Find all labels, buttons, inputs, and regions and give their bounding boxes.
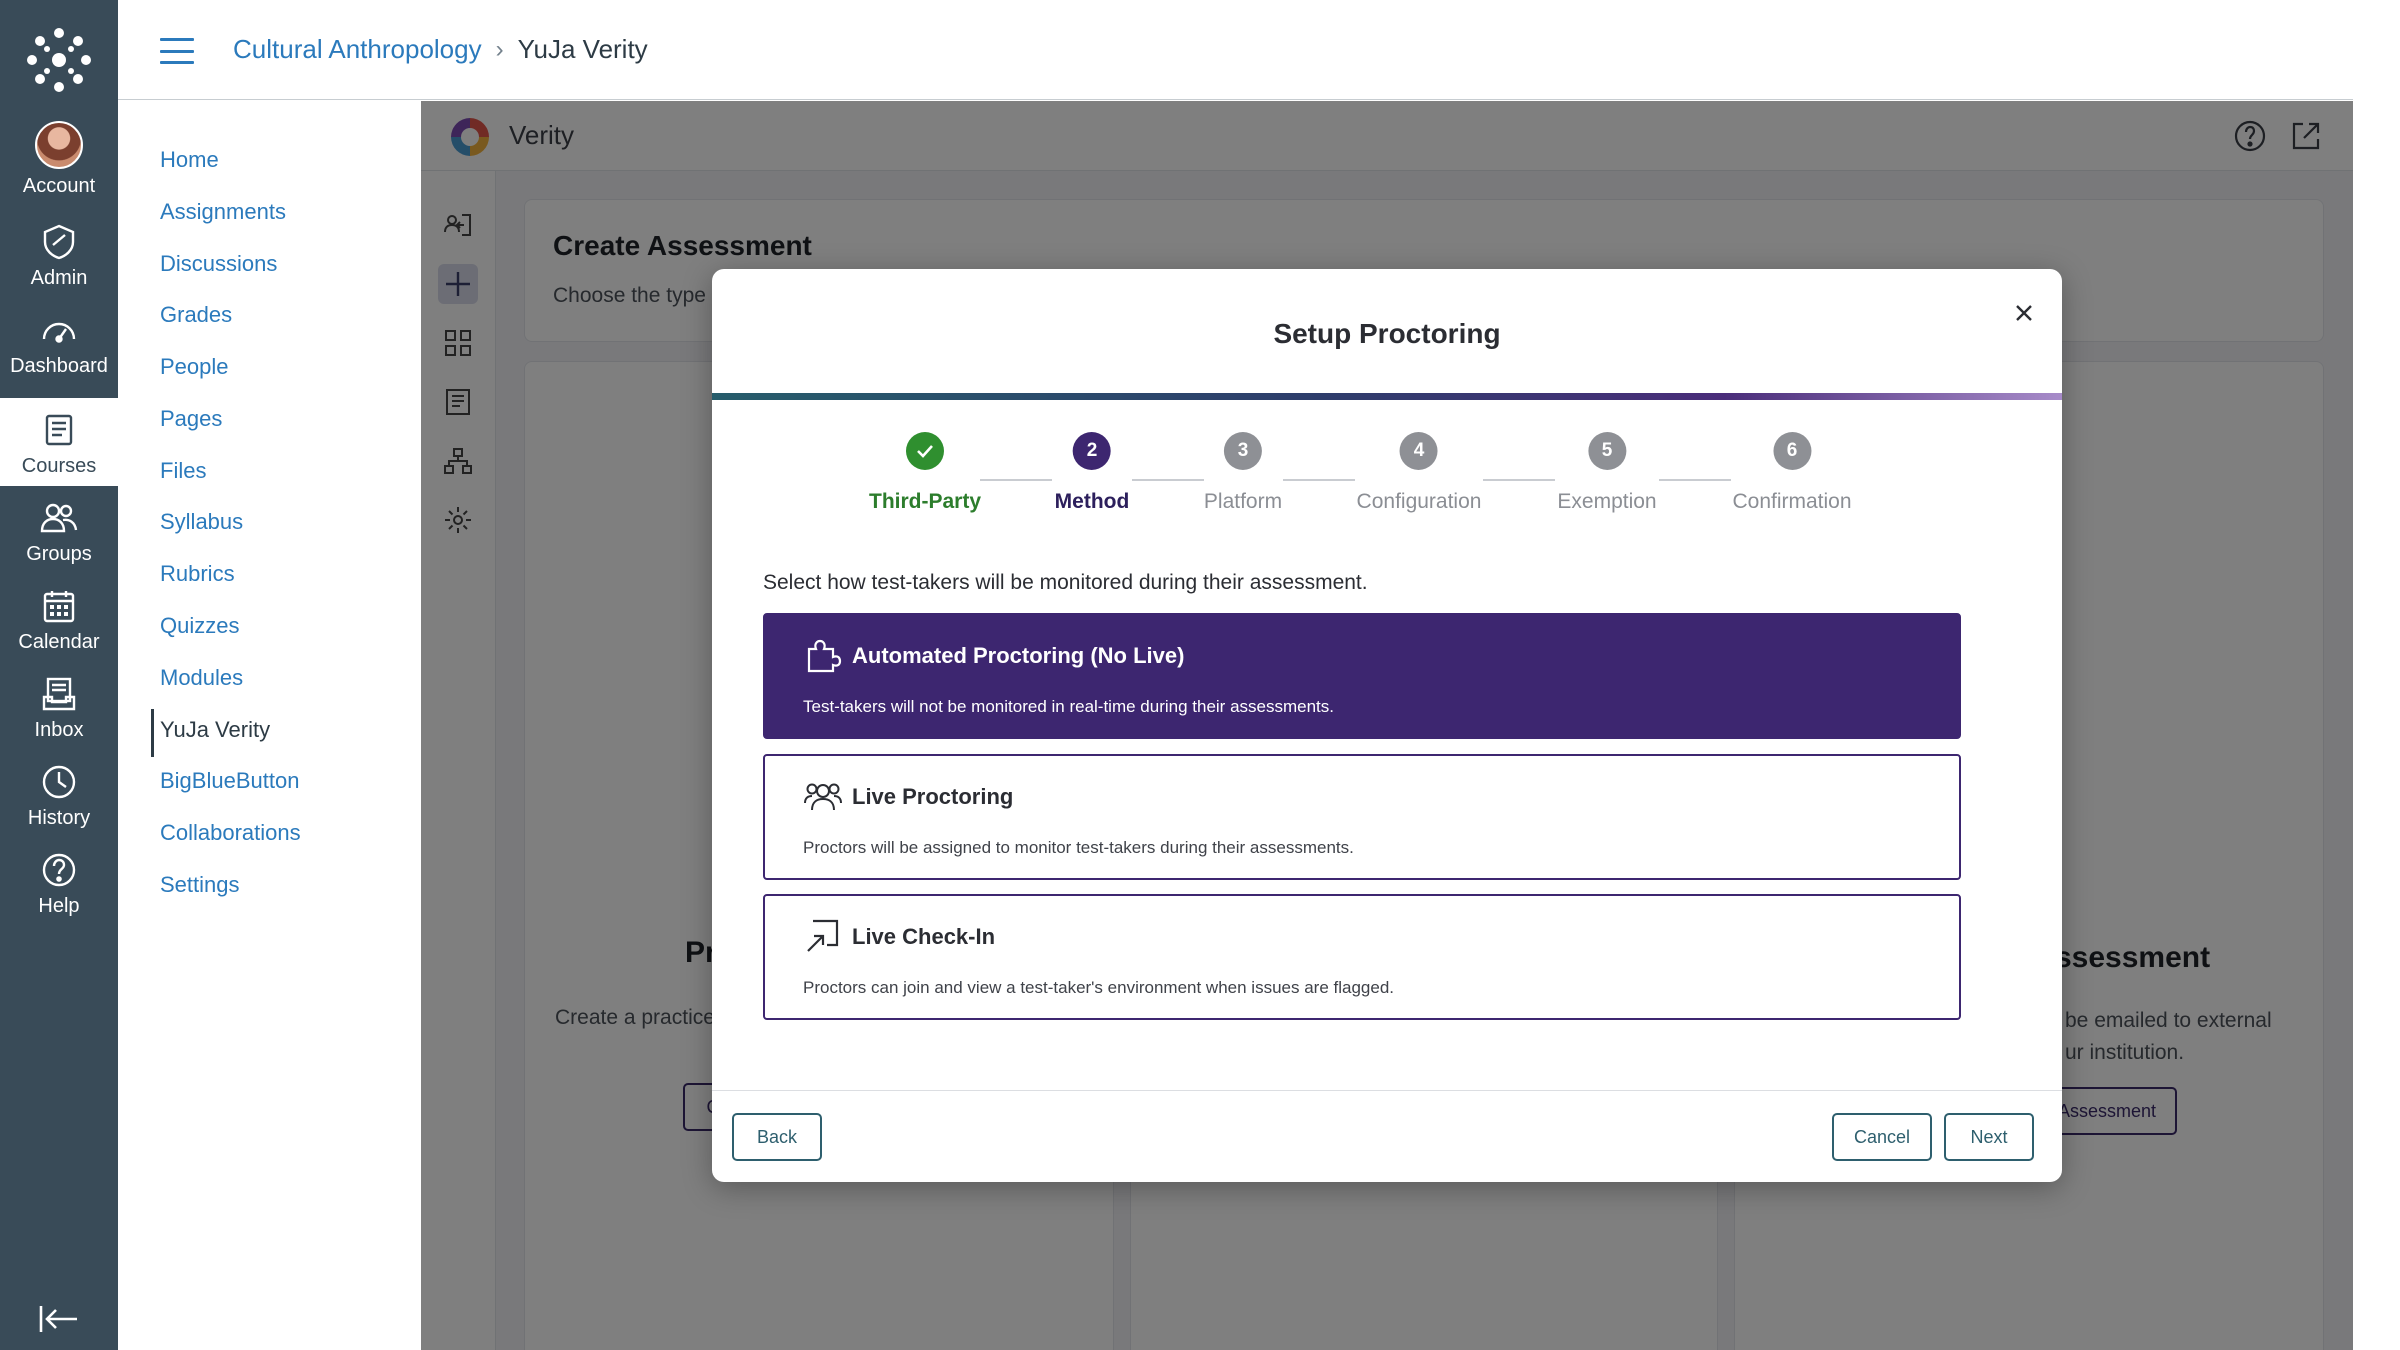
back-button[interactable]: Back (732, 1113, 822, 1161)
step-confirmation: 6 Confirmation (1732, 432, 1852, 514)
people-icon (804, 783, 842, 811)
gnav-account[interactable]: Account (0, 118, 118, 206)
gnav-label: Help (38, 895, 80, 917)
gnav-label: History (27, 807, 91, 829)
step-label: Method (1054, 490, 1130, 513)
gnav-label: Groups (26, 543, 92, 565)
close-icon[interactable] (2008, 297, 2040, 329)
step-third-party: Third-Party (869, 432, 981, 514)
method-title: Live Check-In (852, 924, 996, 949)
check-in-icon (807, 919, 839, 952)
gnav-dashboard[interactable]: Dashboard (0, 298, 118, 386)
step-number: 4 (1399, 432, 1438, 470)
step-number: 6 (1773, 432, 1811, 470)
step-connector (980, 479, 1052, 481)
step-label: Third-Party (868, 490, 982, 513)
course-nav-files[interactable]: Files (160, 458, 206, 484)
method-option-automated[interactable]: Automated Proctoring (No Live) Test-take… (763, 613, 1961, 739)
course-nav-collaborations[interactable]: Collaborations (160, 820, 301, 846)
course-nav-yuja-verity[interactable]: YuJa Verity (150, 709, 270, 757)
top-bar: Cultural Anthropology › YuJa Verity (118, 0, 2353, 100)
step-label: Configuration (1356, 490, 1482, 513)
step-connector (1132, 479, 1204, 481)
step-label: Confirmation (1732, 490, 1852, 513)
gnav-label: Admin (30, 267, 88, 289)
shield-icon (43, 224, 75, 260)
course-nav-quizzes[interactable]: Quizzes (160, 613, 239, 639)
gnav-groups[interactable]: Groups (0, 486, 118, 574)
gnav-label: Calendar (18, 631, 100, 653)
setup-proctoring-modal: Setup Proctoring Third-Party 2 Method 3 … (712, 269, 2062, 1182)
collapse-nav-icon[interactable] (38, 1302, 80, 1336)
gnav-history[interactable]: History (0, 750, 118, 838)
course-nav-modules[interactable]: Modules (160, 665, 243, 691)
course-nav-rubrics[interactable]: Rubrics (160, 561, 235, 587)
gnav-label: Dashboard (10, 355, 108, 377)
modal-accent-bar (712, 393, 2062, 400)
course-nav-bigbluebutton[interactable]: BigBlueButton (160, 768, 299, 794)
step-connector (1283, 479, 1355, 481)
hamburger-menu-icon[interactable] (160, 38, 194, 64)
course-nav-discussions[interactable]: Discussions (160, 251, 277, 277)
course-nav-settings[interactable]: Settings (160, 872, 240, 898)
method-option-live-proctoring[interactable]: Live Proctoring Proctors will be assigne… (763, 754, 1961, 880)
step-exemption: 5 Exemption (1557, 432, 1657, 514)
modal-title: Setup Proctoring (1273, 318, 1501, 349)
gnav-label: Account (22, 175, 96, 197)
modal-footer: Back Cancel Next (712, 1090, 2062, 1182)
book-icon (45, 414, 73, 446)
next-button[interactable]: Next (1944, 1113, 2034, 1161)
puzzle-icon (807, 639, 842, 673)
gnav-inbox[interactable]: Inbox (0, 662, 118, 750)
course-nav-people[interactable]: People (160, 354, 229, 380)
method-prompt: Select how test-takers will be monitored… (763, 571, 1368, 594)
step-method: 2 Method (1054, 432, 1130, 514)
step-label: Exemption (1557, 490, 1657, 513)
groups-icon (40, 503, 78, 533)
gnav-calendar[interactable]: Calendar (0, 574, 118, 662)
step-connector (1659, 479, 1731, 481)
breadcrumb-current: YuJa Verity (517, 34, 648, 64)
course-nav-home[interactable]: Home (160, 147, 219, 173)
step-platform: 3 Platform (1204, 432, 1282, 514)
canvas-logo-icon[interactable] (26, 27, 92, 93)
method-description: Test-takers will not be monitored in rea… (803, 697, 1334, 716)
gnav-admin[interactable]: Admin (0, 210, 118, 298)
inbox-icon (42, 677, 76, 711)
step-number: 2 (1073, 432, 1111, 470)
step-connector (1483, 479, 1555, 481)
gnav-help[interactable]: Help (0, 838, 118, 926)
step-configuration: 4 Configuration (1356, 432, 1482, 514)
course-nav-pages[interactable]: Pages (160, 406, 222, 432)
course-nav-syllabus[interactable]: Syllabus (160, 509, 243, 535)
method-description: Proctors can join and view a test-taker'… (803, 978, 1394, 997)
method-title: Live Proctoring (852, 784, 1014, 809)
breadcrumb-separator: › (495, 35, 504, 63)
method-description: Proctors will be assigned to monitor tes… (803, 838, 1354, 857)
step-label: Platform (1203, 490, 1283, 513)
gnav-label: Inbox (34, 719, 84, 741)
avatar (35, 121, 83, 169)
stepper: Third-Party 2 Method 3 Platform 4 Config… (712, 432, 2062, 532)
global-nav: Account Admin Dashboard Courses Groups C… (0, 0, 118, 1350)
method-title: Automated Proctoring (No Live) (852, 643, 1185, 668)
gnav-label: Courses (21, 455, 97, 477)
method-option-live-check-in[interactable]: Live Check-In Proctors can join and view… (763, 894, 1961, 1020)
check-icon (905, 432, 944, 470)
course-nav: Home Assignments Discussions Grades Peop… (118, 100, 421, 1350)
course-nav-assignments[interactable]: Assignments (160, 199, 286, 225)
breadcrumb-course-link[interactable]: Cultural Anthropology (233, 34, 482, 65)
step-number: 3 (1224, 432, 1262, 470)
dashboard-icon (42, 322, 76, 343)
cancel-button[interactable]: Cancel (1832, 1113, 1932, 1161)
course-nav-grades[interactable]: Grades (160, 302, 232, 328)
clock-icon (42, 765, 76, 799)
calendar-icon (43, 591, 75, 623)
breadcrumb: Cultural Anthropology › YuJa Verity (233, 34, 648, 65)
step-number: 5 (1588, 432, 1626, 470)
gnav-courses[interactable]: Courses (0, 398, 118, 486)
help-icon (42, 853, 76, 887)
